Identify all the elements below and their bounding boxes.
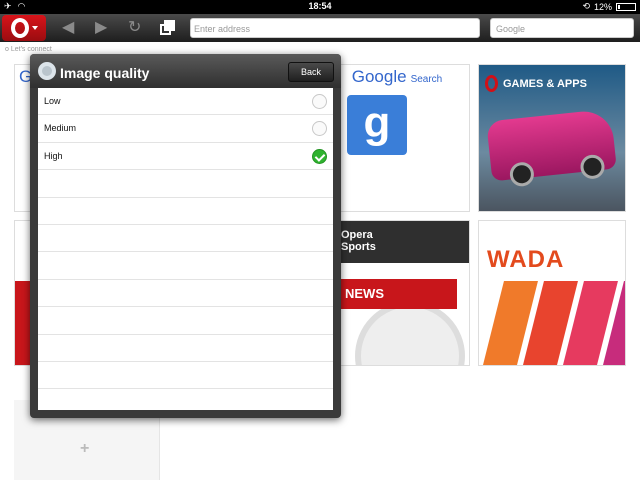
- speed-dial-opera-sports[interactable]: Opera Sports NEWS: [324, 220, 470, 366]
- opera-logo-icon: [485, 75, 498, 92]
- speed-dial-wada[interactable]: WADA: [478, 220, 626, 366]
- status-time: 18:54: [308, 1, 332, 11]
- quality-option-low[interactable]: Low: [38, 88, 333, 116]
- radio-icon[interactable]: [312, 121, 327, 137]
- plus-icon: +: [80, 440, 90, 457]
- connect-label: o Let's connect: [5, 46, 52, 53]
- forward-arrow-icon[interactable]: ▶: [95, 19, 107, 37]
- back-arrow-icon[interactable]: ◀: [62, 19, 74, 37]
- opera-logo-icon: [10, 18, 29, 38]
- chevron-down-icon: [31, 26, 38, 30]
- empty-row: [38, 225, 333, 253]
- quality-option-medium[interactable]: Medium: [38, 115, 333, 143]
- empty-row: [38, 307, 333, 335]
- wada-logo: WADA: [487, 246, 565, 273]
- empty-row: [38, 198, 333, 225]
- empty-row: [38, 335, 333, 362]
- speed-dial-games-apps[interactable]: GAMES & APPS: [478, 64, 626, 212]
- quality-option-label: Low: [44, 96, 61, 106]
- games-title: GAMES & APPS: [485, 75, 587, 92]
- sports-header: Opera Sports: [325, 221, 469, 263]
- gear-icon: [38, 62, 56, 80]
- empty-row: [38, 362, 333, 390]
- popover-title: Image quality: [60, 65, 150, 81]
- battery-percent: 12%: [593, 1, 612, 12]
- news-banner: NEWS: [337, 279, 457, 309]
- opera-menu-button[interactable]: [2, 15, 46, 41]
- empty-row: [38, 170, 333, 198]
- quality-options-list: Low Medium High: [38, 88, 333, 410]
- quality-option-label: Medium: [44, 123, 77, 134]
- browser-toolbar: ◀ ▶ ↻ Enter address Google: [0, 14, 640, 42]
- popover-header: Image quality Back: [30, 54, 341, 88]
- quality-option-label: High: [44, 150, 63, 161]
- battery-icon: [616, 2, 636, 11]
- empty-row: [38, 280, 333, 308]
- quality-option-high[interactable]: High: [38, 143, 333, 171]
- checkmark-icon[interactable]: [312, 148, 327, 164]
- reload-icon[interactable]: ↻: [128, 19, 141, 37]
- back-button[interactable]: Back: [288, 62, 334, 82]
- google-g-icon: g: [347, 95, 407, 155]
- status-right: ⟲ 12%: [582, 1, 636, 12]
- race-car-image: [486, 108, 617, 188]
- search-input[interactable]: Google: [490, 18, 634, 38]
- rotation-lock-icon: ⟲: [582, 1, 590, 11]
- tabs-icon[interactable]: [160, 20, 176, 36]
- address-input[interactable]: Enter address: [190, 18, 480, 38]
- image-quality-popover: Image quality Back Low Medium High: [30, 54, 341, 418]
- empty-row: [38, 252, 333, 280]
- google-logo: Google Search: [351, 67, 443, 86]
- radio-icon[interactable]: [312, 94, 327, 109]
- football-image: [355, 301, 465, 365]
- speed-dial-google[interactable]: Google Search g: [324, 64, 470, 212]
- status-bar: ✈ ◠ 18:54 ⟲ 12%: [0, 0, 640, 14]
